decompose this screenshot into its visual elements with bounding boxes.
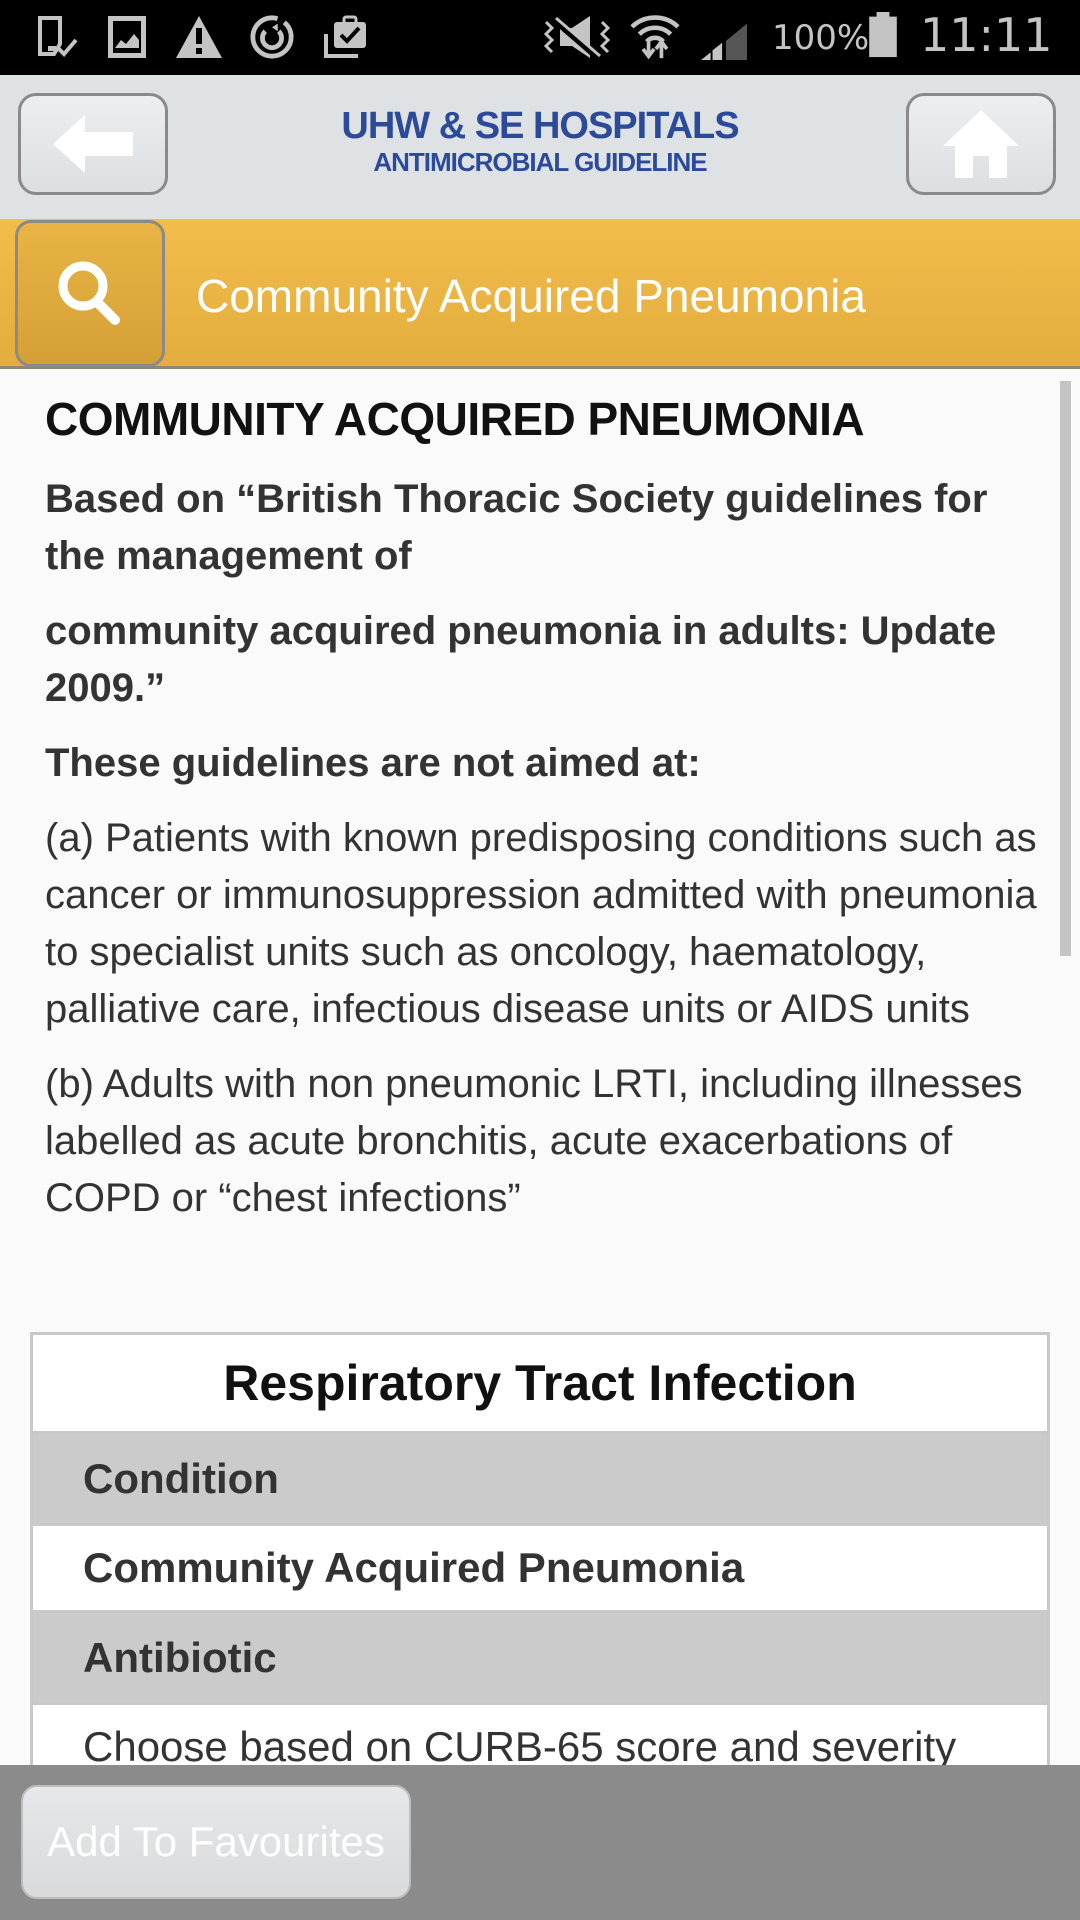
brand-title: UHW & SE HOSPITALS <box>341 105 739 147</box>
table-row-antibiotic-header: Antibiotic <box>33 1613 1047 1705</box>
search-bar-title: Community Acquired Pneumonia <box>196 270 866 322</box>
content-scrollbar[interactable] <box>1060 381 1071 956</box>
image-icon <box>108 16 146 58</box>
briefcase-check-icon <box>324 15 366 58</box>
search-bar: Community Acquired Pneumonia <box>0 219 1080 369</box>
add-to-favourites-button[interactable]: Add To Favourites <box>21 1785 411 1899</box>
footer-bar: Add To Favourites <box>0 1765 1080 1920</box>
battery-icon <box>869 12 897 58</box>
intro-paragraph-2: community acquired pneumonia in adults: … <box>45 609 997 710</box>
not-aimed-heading: These guidelines are not aimed at: <box>45 741 701 785</box>
table-title: Respiratory Tract Infection <box>33 1335 1047 1434</box>
back-button[interactable] <box>18 93 168 195</box>
battery-percent: 100% <box>772 18 870 58</box>
page-title: COMMUNITY ACQUIRED PNEUMONIA <box>45 393 865 445</box>
brand-subtitle: ANTIMICROBIAL GUIDELINE <box>373 147 707 177</box>
table-row-antibiotic-value: Choose based on CURB-65 score and severi… <box>33 1705 1047 1765</box>
signal-icon <box>701 23 748 60</box>
exclusion-item-b: (b) Adults with non pneumonic LRTI, incl… <box>45 1062 1023 1220</box>
exclusion-item-a: (a) Patients with known predisposing con… <box>45 816 1037 1031</box>
guideline-document: COMMUNITY ACQUIRED PNEUMONIA Based on “B… <box>45 389 1040 1227</box>
sync-icon <box>250 15 294 59</box>
intro-paragraph-1: Based on “British Thoracic Society guide… <box>45 477 988 578</box>
search-button[interactable] <box>15 220 165 367</box>
app-brand: UHW & SE HOSPITALS ANTIMICROBIAL GUIDELI… <box>260 105 820 177</box>
home-icon <box>943 110 1019 178</box>
respiratory-infection-table: Respiratory Tract Infection Condition Co… <box>30 1332 1050 1765</box>
wifi-icon <box>630 15 680 60</box>
app-header: UHW & SE HOSPITALS ANTIMICROBIAL GUIDELI… <box>0 75 1080 219</box>
screenshot-saved-icon <box>38 16 78 57</box>
status-bar: 100% 11:11 <box>0 0 1080 75</box>
table-row-condition-value: Community Acquired Pneumonia <box>33 1526 1047 1613</box>
clock: 11:11 <box>920 8 1053 62</box>
guideline-content[interactable]: COMMUNITY ACQUIRED PNEUMONIA Based on “B… <box>0 369 1080 1765</box>
arrow-left-icon <box>53 115 133 173</box>
warning-icon <box>176 16 222 58</box>
home-button[interactable] <box>906 93 1056 195</box>
search-icon <box>58 261 120 325</box>
table-row-condition-header: Condition <box>33 1434 1047 1526</box>
vibrate-mute-icon <box>543 16 611 60</box>
